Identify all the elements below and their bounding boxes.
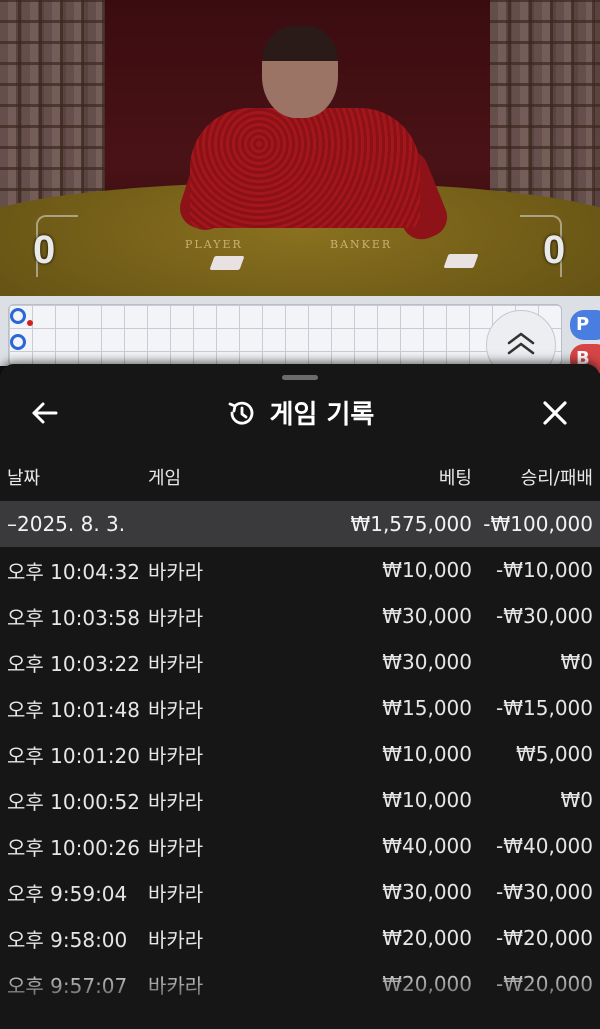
- row-bet: ₩40,000: [382, 834, 472, 858]
- history-row[interactable]: 오후 10:04:32 바카라 ₩10,000 -₩10,000: [0, 547, 600, 593]
- close-icon: [543, 401, 567, 425]
- row-result: ₩5,000: [515, 742, 593, 766]
- column-header-game: 게임: [148, 468, 182, 489]
- column-header-date: 날짜: [7, 468, 41, 489]
- row-time: 오후 9:58:00: [7, 927, 128, 952]
- row-bet: ₩30,000: [382, 650, 472, 674]
- row-bet: ₩30,000: [382, 604, 472, 628]
- row-bet: ₩10,000: [382, 742, 472, 766]
- row-result: -₩15,000: [496, 696, 593, 720]
- road-marker-player: [10, 308, 26, 324]
- row-bet: ₩10,000: [382, 558, 472, 582]
- road-pair-dot: [27, 320, 33, 326]
- summary-bet: ₩1,575,000: [350, 512, 472, 536]
- sheet-title-group: 게임 기록: [0, 394, 600, 431]
- row-bet: ₩30,000: [382, 880, 472, 904]
- history-row[interactable]: 오후 10:03:58 바카라 ₩30,000 -₩30,000: [0, 593, 600, 639]
- history-row[interactable]: 오후 9:59:04 바카라 ₩30,000 -₩30,000: [0, 869, 600, 915]
- column-header-win-loss: 승리/패배: [520, 468, 593, 489]
- row-game: 바카라: [148, 881, 204, 906]
- row-result: -₩20,000: [496, 926, 593, 950]
- history-row[interactable]: 오후 10:03:22 바카라 ₩30,000 ₩0: [0, 639, 600, 685]
- row-time: 오후 10:00:52: [7, 789, 140, 814]
- row-result: -₩20,000: [496, 972, 593, 996]
- summary-win-loss: -₩100,000: [483, 512, 593, 536]
- row-result: -₩30,000: [496, 880, 593, 904]
- row-game: 바카라: [148, 789, 204, 814]
- history-row[interactable]: 오후 10:01:48 바카라 ₩15,000 -₩15,000: [0, 685, 600, 731]
- row-time: 오후 10:00:26: [7, 835, 140, 860]
- row-game: 바카라: [148, 927, 204, 952]
- row-result: -₩30,000: [496, 604, 593, 628]
- sheet-header: 게임 기록: [0, 386, 600, 438]
- row-time: 오후 10:03:22: [7, 651, 140, 676]
- row-time: 오후 10:01:48: [7, 697, 140, 722]
- row-game: 바카라: [148, 651, 204, 676]
- row-time: 오후 9:59:04: [7, 881, 128, 906]
- dealer-body: [190, 108, 420, 228]
- road-marker-player: [10, 334, 26, 350]
- row-game: 바카라: [148, 697, 204, 722]
- row-result: ₩0: [560, 650, 594, 674]
- banker-table-label: BANKER: [330, 238, 393, 251]
- row-bet: ₩20,000: [382, 972, 472, 996]
- row-game: 바카라: [148, 605, 204, 630]
- row-game: 바카라: [148, 835, 204, 860]
- row-time: 오후 10:03:58: [7, 605, 140, 630]
- row-bet: ₩10,000: [382, 788, 472, 812]
- row-time: 오후 9:57:07: [7, 973, 128, 998]
- sheet-drag-handle[interactable]: [282, 375, 318, 380]
- game-history-sheet: 게임 기록 날짜 게임 베팅 승리/패배 –2025. 8. 3. ₩1,575…: [0, 364, 600, 1029]
- history-row[interactable]: 오후 9:58:00 바카라 ₩20,000 -₩20,000: [0, 915, 600, 961]
- row-game: 바카라: [148, 743, 204, 768]
- column-header-bet: 베팅: [438, 468, 472, 489]
- close-button[interactable]: [538, 396, 572, 430]
- row-result: -₩10,000: [496, 558, 593, 582]
- bead-road-grid: [8, 304, 562, 366]
- row-bet: ₩15,000: [382, 696, 472, 720]
- banker-card: [443, 254, 479, 268]
- sheet-title: 게임 기록: [269, 400, 375, 430]
- player-table-label: PLAYER: [185, 238, 243, 251]
- roadmap-badge-player: P: [570, 310, 600, 340]
- history-row[interactable]: 오후 10:01:20 바카라 ₩10,000 ₩5,000: [0, 731, 600, 777]
- row-time: 오후 10:04:32: [7, 559, 140, 584]
- double-chevron-up-icon: [507, 332, 535, 355]
- row-game: 바카라: [148, 973, 204, 998]
- row-game: 바카라: [148, 559, 204, 584]
- date-summary-row[interactable]: –2025. 8. 3. ₩1,575,000 -₩100,000: [0, 501, 600, 547]
- history-row[interactable]: 오후 10:00:52 바카라 ₩10,000 ₩0: [0, 777, 600, 823]
- history-row[interactable]: 오후 9:57:07 바카라 ₩20,000 -₩20,000: [0, 961, 600, 1007]
- history-icon: [228, 401, 254, 425]
- row-result: -₩40,000: [496, 834, 593, 858]
- banker-score: 0: [543, 228, 566, 272]
- player-card: [209, 256, 245, 270]
- row-result: ₩0: [560, 788, 594, 812]
- history-row[interactable]: 오후 10:00:26 바카라 ₩40,000 -₩40,000: [0, 823, 600, 869]
- row-bet: ₩20,000: [382, 926, 472, 950]
- row-time: 오후 10:01:20: [7, 743, 140, 768]
- player-score: 0: [33, 228, 56, 272]
- dealer-head: [262, 26, 338, 118]
- live-video-feed: PLAYER BANKER 0 0: [0, 0, 600, 296]
- summary-date: –2025. 8. 3.: [7, 512, 126, 536]
